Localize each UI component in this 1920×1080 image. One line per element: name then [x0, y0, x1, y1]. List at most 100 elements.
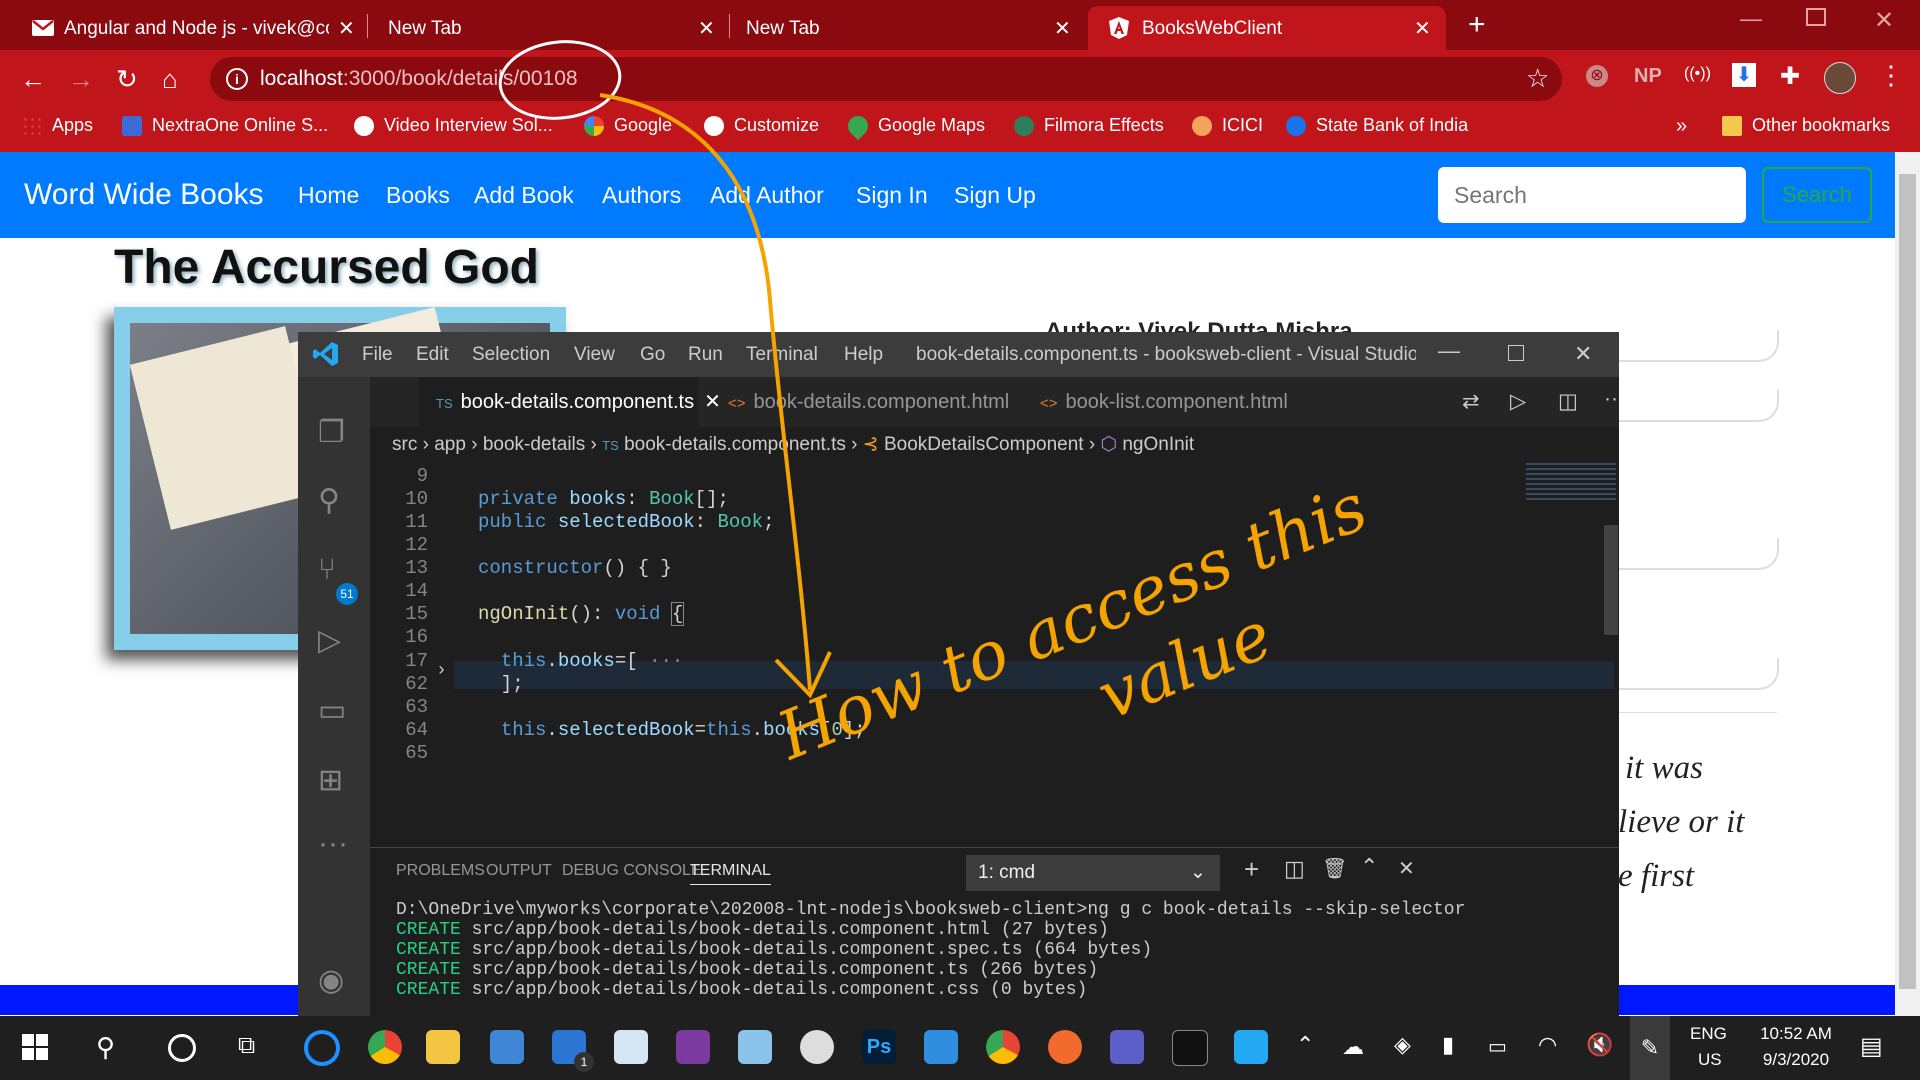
menu-go[interactable]: Go — [640, 344, 665, 366]
split-editor-icon[interactable]: ◫ — [1558, 389, 1578, 414]
panel-tab-output[interactable]: OUTPUT — [486, 862, 552, 880]
editor-scrollbar-thumb[interactable] — [1604, 525, 1618, 635]
editor-more-actions-icon[interactable]: ··· — [1604, 387, 1619, 411]
onenote-icon[interactable] — [676, 1030, 710, 1064]
close-tab-icon[interactable]: ✕ — [1414, 16, 1431, 41]
accounts-icon[interactable]: ◉ — [318, 963, 344, 998]
bookmark-nextraone[interactable]: NextraOne Online S... — [122, 115, 328, 136]
vscode-maximize-icon[interactable] — [1508, 345, 1524, 361]
tray-expand-chevron-up-icon[interactable]: ⌃ — [1296, 1032, 1314, 1058]
bookmark-google-maps[interactable]: Google Maps — [843, 111, 985, 140]
url-text[interactable]: localhost:3000/book/details/00108 — [260, 67, 578, 91]
terminal-select[interactable]: 1: cmd ⌄ — [966, 855, 1220, 891]
postman-icon[interactable] — [1048, 1030, 1082, 1064]
vscode-taskbar-icon[interactable] — [1234, 1030, 1268, 1064]
kill-terminal-trash-icon[interactable]: 🗑 — [1322, 856, 1347, 881]
microphone-icon[interactable]: ▮ — [1442, 1032, 1454, 1058]
dropbox-icon[interactable]: ◈ — [1394, 1032, 1411, 1058]
extension-blocker-icon[interactable]: ⊗ — [1586, 65, 1608, 87]
extension-np-icon[interactable]: NP — [1634, 65, 1662, 88]
panel-tab-terminal[interactable]: TERMINAL — [690, 862, 771, 885]
menu-terminal[interactable]: Terminal — [746, 344, 818, 366]
minimap[interactable] — [1526, 463, 1616, 503]
bookmark-star-icon[interactable]: ☆ — [1526, 63, 1549, 94]
vscode-close-icon[interactable]: ✕ — [1574, 341, 1592, 367]
battery-icon[interactable]: ▭ — [1488, 1034, 1507, 1059]
panel-tab-debug-console[interactable]: DEBUG CONSOLE — [562, 862, 702, 880]
nav-sign-up[interactable]: Sign Up — [954, 182, 1036, 209]
address-bar[interactable]: i localhost:3000/book/details/00108 ☆ — [210, 57, 1562, 101]
more-views-icon[interactable]: ··· — [318, 827, 348, 861]
language-region[interactable]: US — [1698, 1050, 1722, 1070]
bookmark-video-interview[interactable]: Video Interview Sol... — [354, 115, 553, 136]
close-window-icon[interactable]: ✕ — [1874, 6, 1894, 35]
menu-help[interactable]: Help — [844, 344, 883, 366]
breadcrumb-item[interactable]: app — [434, 434, 466, 455]
browser-tab-new-2[interactable]: New Tab ✕ — [730, 6, 1080, 50]
file-explorer-icon[interactable] — [426, 1030, 460, 1064]
cortana-ring-icon[interactable] — [304, 1030, 340, 1066]
chrome-icon[interactable] — [368, 1030, 402, 1064]
site-brand-link[interactable]: Word Wide Books — [24, 178, 264, 212]
chrome-menu-icon[interactable]: ⋮ — [1878, 60, 1904, 91]
explorer-files-icon[interactable]: ❐ — [318, 415, 345, 450]
nav-sign-in[interactable]: Sign In — [856, 182, 928, 209]
close-tab-icon[interactable]: ✕ — [338, 16, 355, 41]
remote-explorer-icon[interactable]: ▭ — [318, 693, 346, 728]
browser-tab-new-1[interactable]: New Tab ✕ — [368, 6, 728, 50]
search-icon[interactable]: ⚲ — [96, 1032, 115, 1063]
pen-workspace-icon[interactable]: ✎ — [1630, 1016, 1670, 1080]
photos-icon[interactable] — [924, 1030, 958, 1064]
search-button[interactable]: Search — [1762, 167, 1872, 223]
split-terminal-icon[interactable]: ◫ — [1284, 856, 1305, 882]
menu-file[interactable]: File — [362, 344, 393, 366]
vscode-minimize-icon[interactable]: — — [1438, 338, 1460, 364]
nav-home[interactable]: Home — [298, 182, 359, 209]
onedrive-cloud-icon[interactable]: ☁ — [1342, 1034, 1364, 1060]
breadcrumb-item[interactable]: ngOnInit — [1122, 434, 1194, 455]
cortana-icon[interactable] — [168, 1034, 196, 1062]
close-panel-icon[interactable]: ✕ — [1398, 856, 1415, 881]
nav-books[interactable]: Books — [386, 182, 450, 209]
bookmarks-overflow-icon[interactable]: » — [1676, 115, 1687, 138]
bookmark-apps[interactable]: Apps — [22, 115, 93, 136]
editor-tab-ts[interactable]: TS book-details.component.ts ✕ — [418, 377, 721, 427]
editor-tab-html[interactable]: <> book-details.component.html — [698, 377, 1022, 427]
menu-run[interactable]: Run — [688, 344, 723, 366]
extensions-puzzle-icon[interactable]: ✚ — [1780, 62, 1800, 91]
breadcrumb-item[interactable]: book-details.component.ts — [624, 434, 846, 455]
language-indicator[interactable]: ENG — [1690, 1024, 1727, 1044]
forward-icon[interactable]: → — [68, 64, 94, 94]
page-scrollbar[interactable] — [1895, 152, 1920, 1016]
profile-avatar[interactable] — [1824, 62, 1856, 94]
notifications-icon[interactable]: ▤ — [1860, 1032, 1883, 1061]
paint-icon[interactable] — [738, 1030, 772, 1064]
editor-tab-list-html[interactable]: <> book-list.component.html — [1010, 377, 1310, 427]
bookmark-google[interactable]: Google — [584, 115, 672, 136]
windows-start-icon[interactable] — [22, 1034, 48, 1060]
extensions-icon[interactable]: ⊞ — [318, 763, 343, 798]
bookmark-sbi[interactable]: State Bank of India — [1286, 115, 1468, 136]
maximize-panel-chevron-up-icon[interactable]: ⌃ — [1360, 854, 1378, 880]
breadcrumb-item[interactable]: BookDetailsComponent — [884, 434, 1084, 455]
bookmark-other-folder[interactable]: Other bookmarks — [1722, 115, 1890, 136]
menu-view[interactable]: View — [574, 344, 615, 366]
bookmark-icici[interactable]: ICICI — [1192, 115, 1263, 136]
code-editor[interactable]: › 9 10 private books: Book[]; 11 public … — [370, 463, 1619, 847]
back-icon[interactable]: ← — [20, 64, 46, 94]
new-terminal-icon[interactable]: + — [1244, 854, 1259, 885]
snipping-tool-icon[interactable] — [614, 1030, 648, 1064]
wifi-icon[interactable]: ◠ — [1538, 1032, 1557, 1058]
task-view-icon[interactable]: ⧉ — [238, 1032, 255, 1060]
volume-muted-icon[interactable]: 🔇 — [1586, 1032, 1613, 1058]
browser-tab-active[interactable]: BooksWebClient ✕ — [1088, 6, 1446, 50]
breadcrumb-item[interactable]: book-details — [483, 434, 585, 455]
new-tab-button[interactable]: + — [1468, 8, 1486, 42]
scrollbar-thumb[interactable] — [1899, 174, 1916, 989]
download-extension-icon[interactable]: ⬇ — [1732, 63, 1756, 87]
close-tab-icon[interactable]: ✕ — [1054, 16, 1071, 41]
chrome-icon-2[interactable] — [986, 1030, 1020, 1064]
site-info-icon[interactable]: i — [226, 68, 248, 90]
cast-icon[interactable]: ((•)) — [1684, 65, 1711, 83]
fold-expand-icon[interactable]: › — [436, 661, 447, 681]
